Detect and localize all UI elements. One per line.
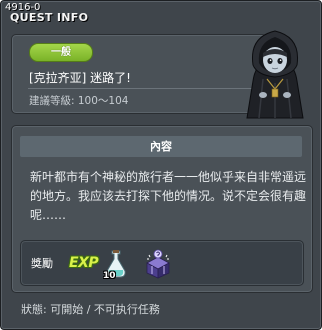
title-bar[interactable]: 4916-0 QUEST INFO (2, 2, 320, 24)
window-title: QUEST INFO (10, 11, 89, 24)
quest-name: [克拉齐亚] 迷路了! (29, 71, 131, 85)
mystery-box-icon[interactable] (143, 247, 173, 279)
quest-info-window: 4916-0 QUEST INFO 一般 [克拉齐亚] 迷路了! 建議等級: 1… (0, 0, 322, 330)
npc-portrait-icon (233, 23, 317, 119)
rewards-label: 獎勵 (31, 257, 53, 270)
content-panel: 內容 新叶都市有个神秘的旅行者一一他似乎来自非常遥远的地方。我应该去打探下他的情… (11, 125, 313, 293)
quest-header: 一般 [克拉齐亚] 迷路了! 建議等級: 100～104 (11, 34, 267, 114)
potion-count: 10 (103, 271, 116, 281)
quest-status: 狀態: 可開始 / 不可执行任務 (21, 303, 160, 316)
exp-icon[interactable]: EXP 10 (69, 250, 133, 281)
quest-description: 新叶都市有个神秘的旅行者一一他似乎来自非常遥远的地方。我应该去打探下他的情况。说… (30, 170, 307, 222)
exp-label: EXP (69, 255, 99, 271)
level-requirement: 建議等級: 100～104 (29, 95, 129, 107)
header-divider (28, 88, 256, 89)
rewards-panel: 獎勵 EXP 10 (20, 240, 304, 286)
content-section-title: 內容 (20, 136, 302, 157)
category-badge: 一般 (29, 43, 93, 62)
